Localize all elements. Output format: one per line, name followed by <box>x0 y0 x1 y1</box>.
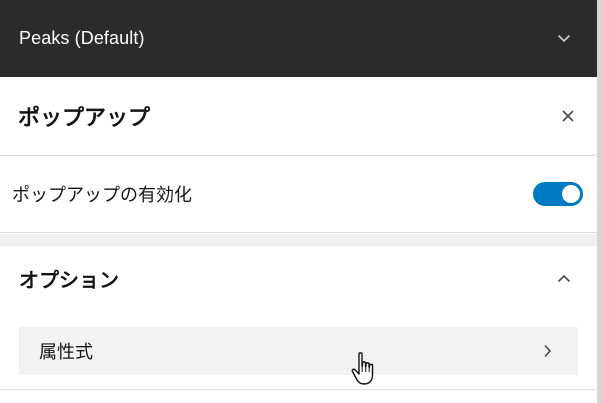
close-icon[interactable] <box>553 101 583 131</box>
attribute-expressions-label: 属性式 <box>39 342 93 362</box>
enable-popup-label: ポップアップの有効化 <box>12 185 192 205</box>
enable-popup-toggle[interactable] <box>533 182 583 206</box>
layer-title: Peaks (Default) <box>19 28 145 48</box>
chevron-right-icon <box>532 336 562 366</box>
chevron-down-icon[interactable] <box>549 24 579 54</box>
enable-popup-row: ポップアップの有効化 <box>0 156 597 233</box>
chevron-up-icon[interactable] <box>549 263 579 293</box>
toggle-knob <box>562 185 580 203</box>
attribute-expressions-item[interactable]: 属性式 <box>19 327 578 375</box>
section-divider <box>0 234 597 246</box>
panel-header: ポップアップ <box>0 77 597 156</box>
panel-edge <box>597 0 602 403</box>
bottom-divider <box>0 389 597 390</box>
options-section-header[interactable]: オプション <box>0 246 597 310</box>
hand-pointer-icon <box>351 352 374 385</box>
popup-settings-panel: Peaks (Default) ポップアップ ポップアップの有効化 オプション <box>0 0 598 403</box>
layer-selector[interactable]: Peaks (Default) <box>0 0 597 77</box>
panel-title: ポップアップ <box>18 105 151 130</box>
options-title: オプション <box>19 269 119 292</box>
